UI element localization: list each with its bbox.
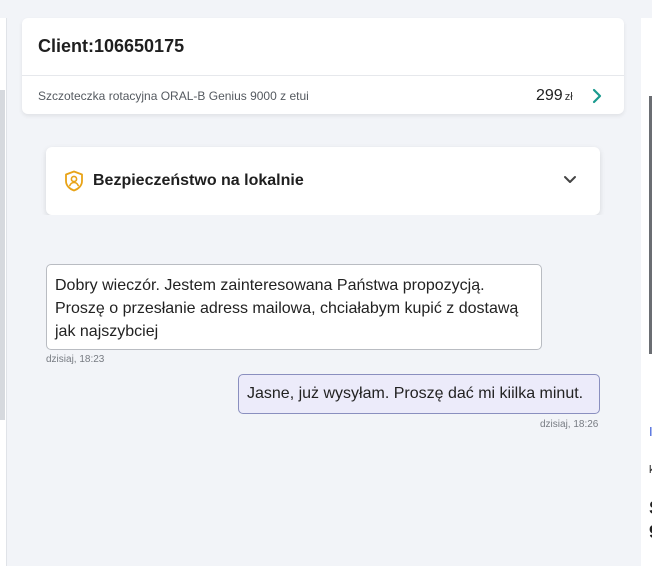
security-title: Bezpieczeństwo na lokalnie [93,172,304,189]
product-name-link[interactable]: Szczoteczka rotacyjna ORAL-B Genius 9000… [38,89,309,103]
price-currency: zł [564,91,573,103]
chevron-right-icon[interactable] [589,87,605,105]
product-price: 299 zł [536,87,573,105]
incoming-message-time: dzisiaj, 18:23 [46,354,105,365]
outgoing-message: Jasne, już wysyłam. Proszę dać mi kiilka… [238,374,600,414]
left-panel [0,18,7,566]
right-panel: I k S 9 [641,18,652,566]
client-title: Client:106650175 [38,36,185,56]
chevron-down-icon[interactable] [562,174,578,186]
security-info-panel[interactable]: Bezpieczeństwo na lokalnie [46,147,600,215]
shield-icon [65,170,83,192]
outgoing-message-time: dzisiaj, 18:26 [540,419,599,430]
incoming-message: Dobry wieczór. Jestem zainteresowana Pań… [46,264,542,350]
chat-column: Client:106650175 Szczoteczka rotacyjna O… [22,18,624,566]
conversation-header: Client:106650175 Szczoteczka rotacyjna O… [22,18,624,114]
header-divider [22,75,624,76]
left-scrollbar[interactable] [0,90,5,420]
price-value: 299 [536,87,563,104]
message-list[interactable]: Dobry wieczór. Jestem zainteresowana Pań… [22,215,624,566]
